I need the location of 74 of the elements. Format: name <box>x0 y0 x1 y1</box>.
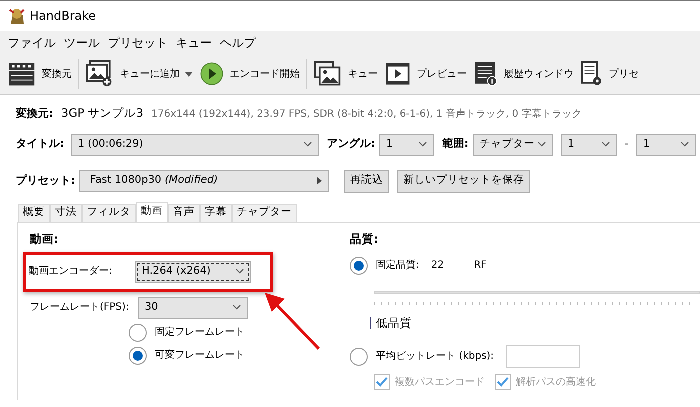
film-play-icon <box>385 62 411 86</box>
range-separator: - <box>624 138 628 152</box>
chevron-icon <box>681 142 690 147</box>
clapperboard-icon <box>8 61 36 87</box>
encoder-dropdown[interactable]: H.264 (x264) <box>135 260 251 283</box>
radio-button[interactable] <box>350 348 368 366</box>
tab[interactable]: 寸法 <box>50 204 82 222</box>
toolbar-button[interactable]: プリセ <box>577 55 642 93</box>
preset-label: プリセット: <box>16 172 76 189</box>
radio-button[interactable] <box>350 256 368 275</box>
preset-selector[interactable]: Fast 1080p30 (Modified) <box>79 170 330 192</box>
tab[interactable]: 字幕 <box>200 204 232 222</box>
chapter-end-dropdown[interactable]: 1 <box>636 134 696 156</box>
quality-unit: RF <box>474 259 487 274</box>
chapter-start-dropdown[interactable]: 1 <box>560 134 617 156</box>
framerate-label: フレームレート(FPS): <box>30 301 130 316</box>
app-logo-icon <box>8 7 26 25</box>
preset-button[interactable]: 再読込 <box>344 170 390 192</box>
tab[interactable]: チャプター <box>232 204 297 222</box>
framerate-dropdown[interactable]: 30 <box>138 296 248 319</box>
window-title: HandBrake <box>30 8 96 25</box>
toolbar-button[interactable]: エンコード開始 <box>196 55 303 93</box>
bitrate-field[interactable] <box>506 345 580 368</box>
tab[interactable]: 概要 <box>18 204 50 222</box>
tab[interactable]: 音声 <box>168 204 200 222</box>
section-heading: 動画: <box>30 230 60 248</box>
chevron-icon <box>419 142 428 147</box>
toolbar-button[interactable]: 履歴ウィンドウ <box>470 55 577 93</box>
toolbar-button[interactable]: キューに追加 <box>82 55 196 93</box>
tab[interactable]: 動画 <box>136 202 168 222</box>
source-info: 176x144 (192x144), 23.97 FPS, SDR (8-bit 4:2:0, 6-1-6), 1 音声トラック, 0 字幕トラック <box>152 108 582 122</box>
chevron-icon <box>602 142 610 147</box>
menu-item[interactable]: ファイル <box>8 34 64 52</box>
chevron-icon <box>304 142 312 147</box>
quality-label: 固定品質: <box>376 258 420 274</box>
section-heading: 品質: <box>350 230 380 248</box>
angle-label: アングル: <box>327 136 376 152</box>
title-label: タイトル: <box>16 136 66 152</box>
log-info-icon <box>474 61 498 87</box>
title-dropdown[interactable]: 1 (00:06:29) <box>71 134 319 156</box>
quality-value: 22 <box>431 259 444 274</box>
tick-mark-icon <box>370 317 372 330</box>
play-icon <box>200 62 224 86</box>
source-label: 変換元: <box>16 106 54 122</box>
range-mode-dropdown[interactable]: チャプター <box>472 134 553 156</box>
chevron-icon <box>236 269 244 274</box>
image-add-icon <box>86 60 114 88</box>
toolbar-button[interactable]: キュー <box>310 55 381 93</box>
radio-label: 固定フレームレート <box>155 326 245 340</box>
toolbar-button[interactable]: プレビュー <box>381 55 470 93</box>
slider-label: 低品質 <box>376 314 412 332</box>
source-name: 3GP サンプル3 <box>61 105 144 122</box>
checkbox-label: 解析パスの高速化 <box>516 376 596 390</box>
chevron-icon <box>538 142 546 147</box>
document-gear-icon <box>581 61 603 87</box>
encoder-label: 動画エンコーダー: <box>29 265 114 280</box>
menu-item[interactable]: ツール <box>64 34 108 52</box>
radio-button[interactable] <box>129 346 147 365</box>
bitrate-label: 平均ビットレート (kbps): <box>376 350 494 364</box>
chevron-icon <box>233 305 241 310</box>
radio-button[interactable] <box>129 324 147 342</box>
caret-icon <box>185 72 193 76</box>
radio-label: 可変フレームレート <box>155 348 245 364</box>
menu-item[interactable]: ヘルプ <box>220 34 264 52</box>
range-label: 範囲: <box>442 136 469 152</box>
menu-item[interactable]: プリセット <box>108 34 176 52</box>
angle-dropdown[interactable]: 1 <box>379 134 434 156</box>
tab[interactable]: フィルタ <box>82 204 136 222</box>
image-stack-icon <box>314 61 342 87</box>
preset-button[interactable]: 新しいプリセットを保存 <box>397 170 530 192</box>
toolbar-button[interactable]: 変換元 <box>4 55 75 93</box>
menu-item[interactable]: キュー <box>176 34 220 52</box>
triangle-right-icon <box>317 177 322 185</box>
checkbox-label: 複数パスエンコード <box>395 376 485 390</box>
